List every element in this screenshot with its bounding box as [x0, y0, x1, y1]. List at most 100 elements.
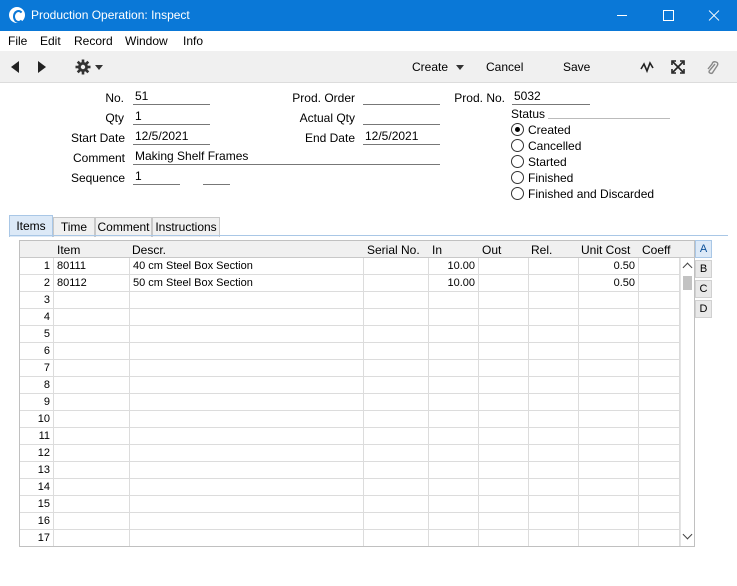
cell-rel[interactable] — [529, 360, 579, 377]
cell-coeff[interactable] — [639, 530, 680, 546]
cell-out[interactable] — [479, 445, 529, 462]
cell-item[interactable] — [54, 343, 130, 360]
cell-serial[interactable] — [364, 445, 429, 462]
prod-order-field[interactable] — [363, 89, 440, 105]
cell-rel[interactable] — [529, 275, 579, 292]
comment-field[interactable]: Making Shelf Frames — [133, 149, 440, 165]
cell-in[interactable]: 10.00 — [429, 258, 479, 275]
cell-serial[interactable] — [364, 258, 429, 275]
scroll-thumb[interactable] — [683, 276, 692, 290]
cell-serial[interactable] — [364, 530, 429, 546]
cell-unit-cost[interactable] — [579, 394, 639, 411]
cell-in[interactable] — [429, 411, 479, 428]
cell-unit-cost[interactable]: 0.50 — [579, 258, 639, 275]
col-in[interactable]: In — [432, 243, 442, 257]
scroll-down-icon[interactable] — [682, 529, 693, 540]
cell-in[interactable] — [429, 496, 479, 513]
cell-unit-cost[interactable] — [579, 309, 639, 326]
cell-out[interactable] — [479, 411, 529, 428]
cell-rel[interactable] — [529, 428, 579, 445]
cell-item[interactable] — [54, 360, 130, 377]
table-row[interactable]: 9 — [20, 394, 680, 411]
cell-item[interactable]: 80112 — [54, 275, 130, 292]
cell-item[interactable] — [54, 394, 130, 411]
cell-out[interactable] — [479, 513, 529, 530]
minimize-icon[interactable] — [599, 0, 645, 31]
cell-descr[interactable] — [130, 411, 364, 428]
cell-descr[interactable] — [130, 360, 364, 377]
cell-descr[interactable] — [130, 394, 364, 411]
cell-rel[interactable] — [529, 496, 579, 513]
cell-out[interactable] — [479, 360, 529, 377]
cell-item[interactable] — [54, 428, 130, 445]
cell-out[interactable] — [479, 496, 529, 513]
menu-file[interactable]: File — [8, 34, 27, 48]
cell-item[interactable] — [54, 513, 130, 530]
cell-descr[interactable] — [130, 377, 364, 394]
cell-out[interactable] — [479, 275, 529, 292]
cell-unit-cost[interactable]: 0.50 — [579, 275, 639, 292]
cell-coeff[interactable] — [639, 513, 680, 530]
col-out[interactable]: Out — [482, 243, 501, 257]
cell-rel[interactable] — [529, 258, 579, 275]
side-tab-d[interactable]: D — [695, 300, 712, 318]
menu-record[interactable]: Record — [74, 34, 113, 48]
cell-descr[interactable] — [130, 462, 364, 479]
cell-unit-cost[interactable] — [579, 428, 639, 445]
cell-coeff[interactable] — [639, 360, 680, 377]
sequence-field[interactable]: 1 — [133, 169, 180, 185]
table-row[interactable]: 5 — [20, 326, 680, 343]
qty-field[interactable]: 1 — [133, 109, 210, 125]
cell-serial[interactable] — [364, 496, 429, 513]
cell-coeff[interactable] — [639, 292, 680, 309]
cell-serial[interactable] — [364, 360, 429, 377]
cancel-button[interactable]: Cancel — [486, 60, 523, 74]
cell-serial[interactable] — [364, 326, 429, 343]
start-date-field[interactable]: 12/5/2021 — [133, 129, 210, 145]
cell-in[interactable] — [429, 360, 479, 377]
cell-rel[interactable] — [529, 292, 579, 309]
expand-icon[interactable] — [671, 60, 685, 74]
next-record-icon[interactable] — [38, 61, 46, 73]
cell-unit-cost[interactable] — [579, 343, 639, 360]
table-row[interactable]: 6 — [20, 343, 680, 360]
table-row[interactable]: 2 80112 50 cm Steel Box Section 10.00 0.50 — [20, 275, 680, 292]
cell-item[interactable] — [54, 292, 130, 309]
table-row[interactable]: 8 — [20, 377, 680, 394]
cell-item[interactable] — [54, 326, 130, 343]
cell-out[interactable] — [479, 479, 529, 496]
cell-unit-cost[interactable] — [579, 445, 639, 462]
cell-out[interactable] — [479, 258, 529, 275]
cell-item[interactable] — [54, 377, 130, 394]
col-item[interactable]: Item — [57, 243, 80, 257]
tab-comment[interactable]: Comment — [95, 217, 152, 237]
cell-in[interactable] — [429, 309, 479, 326]
table-row[interactable]: 3 — [20, 292, 680, 309]
table-row[interactable]: 16 — [20, 513, 680, 530]
cell-serial[interactable] — [364, 394, 429, 411]
cell-serial[interactable] — [364, 309, 429, 326]
cell-serial[interactable] — [364, 462, 429, 479]
cell-rel[interactable] — [529, 462, 579, 479]
cell-coeff[interactable] — [639, 445, 680, 462]
cell-serial[interactable] — [364, 377, 429, 394]
cell-item[interactable] — [54, 462, 130, 479]
cell-descr[interactable]: 40 cm Steel Box Section — [130, 258, 364, 275]
gear-chevron-down-icon[interactable] — [95, 65, 103, 70]
cell-out[interactable] — [479, 428, 529, 445]
cell-descr[interactable] — [130, 343, 364, 360]
cell-item[interactable] — [54, 309, 130, 326]
cell-descr[interactable] — [130, 530, 364, 546]
actual-qty-field[interactable] — [363, 109, 440, 125]
previous-record-icon[interactable] — [11, 61, 19, 73]
cell-descr[interactable] — [130, 445, 364, 462]
cell-in[interactable] — [429, 377, 479, 394]
cell-in[interactable] — [429, 445, 479, 462]
col-coeff[interactable]: Coeff — [642, 243, 670, 257]
table-row[interactable]: 13 — [20, 462, 680, 479]
save-button[interactable]: Save — [563, 60, 590, 74]
cell-out[interactable] — [479, 462, 529, 479]
cell-unit-cost[interactable] — [579, 496, 639, 513]
cell-item[interactable] — [54, 496, 130, 513]
cell-rel[interactable] — [529, 326, 579, 343]
